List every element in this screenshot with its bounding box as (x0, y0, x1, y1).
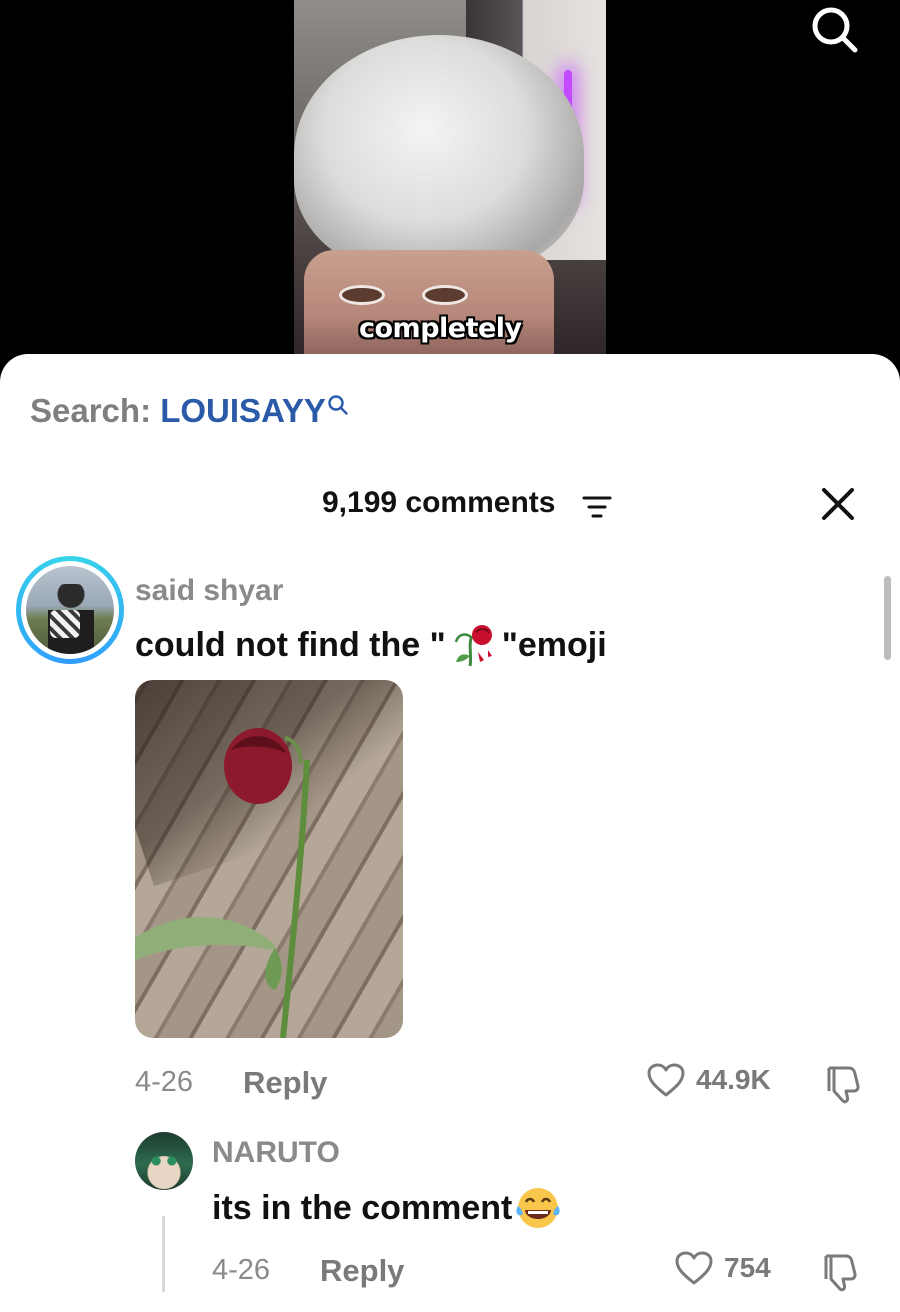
close-icon[interactable] (818, 484, 858, 524)
eye-left (339, 285, 385, 305)
comment-text-part1: could not find the " (135, 625, 446, 664)
avatar[interactable] (135, 1132, 193, 1190)
heart-icon (675, 1251, 713, 1285)
foam-head (294, 35, 584, 275)
video-caption: completely (359, 313, 522, 344)
wilted-rose-emoji (448, 622, 500, 668)
thread-line (162, 1216, 165, 1292)
scrollbar[interactable] (884, 576, 891, 660)
reply-date: 4-26 (212, 1254, 271, 1286)
video-frame[interactable] (294, 0, 606, 360)
like-button[interactable]: 44.9K (646, 1062, 771, 1098)
search-icon (328, 395, 348, 415)
heart-icon (647, 1063, 685, 1097)
eye-right (422, 285, 468, 305)
comment-text-part2: "emoji (501, 625, 607, 664)
video-player[interactable]: completely (0, 0, 900, 380)
comment-image[interactable] (135, 680, 403, 1038)
comment-meta: 4-26 Reply 44.9K (135, 1062, 865, 1106)
search-query[interactable]: LOUISAYY (160, 392, 326, 429)
comment-username[interactable]: said shyar (135, 574, 283, 608)
comment-count: 9,199 comments (322, 486, 556, 519)
dislike-icon[interactable] (821, 1062, 865, 1106)
comments-header: 9,199 comments (0, 482, 900, 528)
reply-username[interactable]: NARUTO (212, 1136, 340, 1170)
dislike-icon[interactable] (818, 1250, 862, 1294)
tears-of-joy-emoji (514, 1184, 562, 1232)
comment-date: 4-26 (135, 1066, 194, 1098)
reply-meta: 4-26 Reply 754 (212, 1250, 865, 1294)
like-button[interactable]: 754 (674, 1250, 771, 1286)
reply-text-content: its in the comment (212, 1188, 513, 1227)
reply-button[interactable]: Reply (320, 1253, 404, 1289)
reply-button[interactable]: Reply (243, 1065, 327, 1101)
avatar[interactable] (16, 556, 124, 664)
like-count: 754 (724, 1252, 771, 1283)
reply-text: its in the comment (212, 1184, 562, 1232)
like-count: 44.9K (696, 1064, 771, 1095)
filter-icon[interactable] (582, 494, 612, 525)
search-icon[interactable] (806, 2, 862, 58)
search-suggestion[interactable]: Search: LOUISAYY (30, 392, 349, 430)
search-prefix: Search: (30, 392, 152, 429)
comments-sheet: Search: LOUISAYY 9,199 comments said shy… (0, 354, 900, 1312)
comment-text: could not find the " "emoji (135, 622, 607, 668)
